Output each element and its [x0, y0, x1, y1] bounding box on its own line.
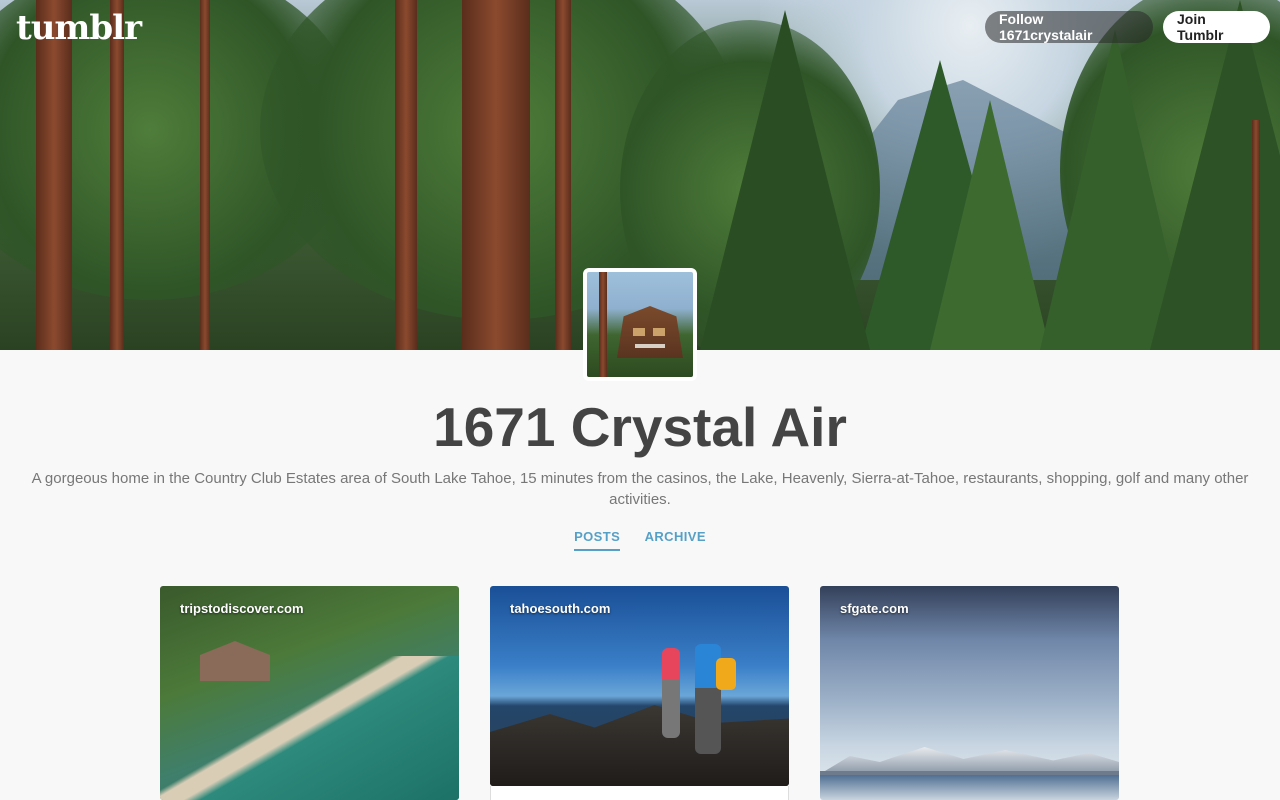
rocks-image: [490, 705, 789, 786]
tab-posts[interactable]: POSTS: [574, 529, 621, 551]
window: [653, 328, 665, 336]
tree-trunk: [599, 272, 607, 377]
window: [633, 328, 645, 336]
post-card[interactable]: tahoesouth.com: [490, 586, 789, 786]
house-image: [617, 306, 683, 358]
deck-rail: [635, 344, 665, 348]
lodge-image: [200, 641, 270, 681]
blog-description: A gorgeous home in the Country Club Esta…: [31, 470, 1249, 508]
snow-mountain: [820, 747, 1119, 774]
avatar[interactable]: [583, 268, 697, 381]
tree-trunk: [395, 0, 417, 350]
post-source[interactable]: tahoesouth.com: [510, 601, 610, 616]
tree-trunk: [1252, 120, 1260, 350]
tree-trunk: [36, 0, 72, 350]
follow-button[interactable]: Follow 1671crystalair: [985, 11, 1153, 43]
join-button[interactable]: Join Tumblr: [1163, 11, 1270, 43]
post-card-footer: [490, 786, 789, 800]
blog-nav: POSTS ARCHIVE: [0, 528, 1280, 551]
post-card[interactable]: tripstodiscover.com: [160, 586, 459, 800]
tree-trunk: [110, 0, 124, 350]
tumblr-logo[interactable]: tumblr: [16, 8, 142, 48]
tree-trunk: [200, 0, 210, 350]
post-source[interactable]: sfgate.com: [840, 601, 909, 616]
tab-archive[interactable]: ARCHIVE: [645, 529, 706, 549]
blog-title: 1671 Crystal Air: [433, 396, 847, 458]
tree-trunk: [462, 0, 530, 350]
backpack: [716, 658, 736, 690]
tree-trunk: [555, 0, 571, 350]
lake-water: [820, 775, 1119, 800]
post-card[interactable]: sfgate.com: [820, 586, 1119, 800]
post-source[interactable]: tripstodiscover.com: [180, 601, 304, 616]
hiker-figure: [662, 648, 680, 738]
